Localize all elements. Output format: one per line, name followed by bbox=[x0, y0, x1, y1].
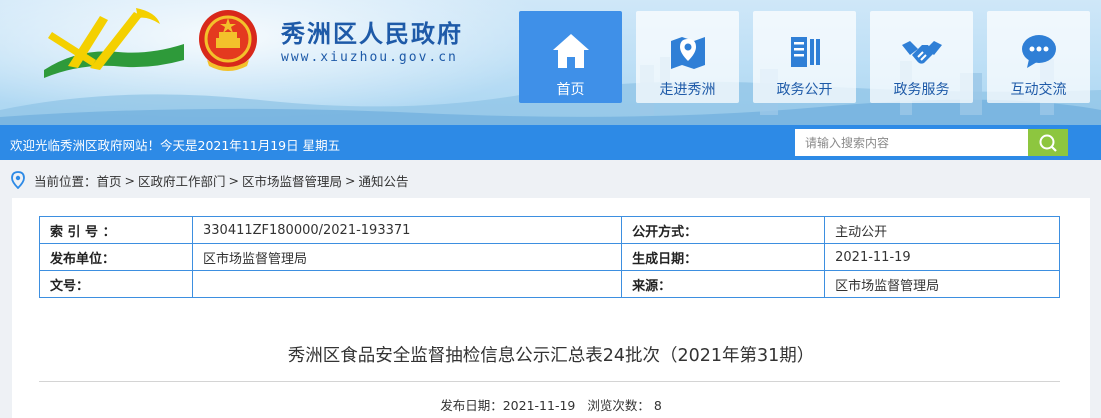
view-count-label: 浏览次数： bbox=[587, 398, 650, 413]
nav-item-label: 走进秀洲 bbox=[659, 82, 716, 98]
xiuzhou-logo-icon bbox=[44, 8, 184, 78]
publish-info: 发布日期：2021-11-19 浏览次数： 8 bbox=[12, 395, 1090, 414]
nav-item-gov-affairs[interactable]: 政务公开 bbox=[753, 11, 856, 103]
disclosure-method-label: 公开方式： bbox=[621, 216, 826, 244]
national-emblem-icon bbox=[199, 10, 257, 71]
doc-number-value bbox=[191, 270, 623, 298]
view-count-value: 8 bbox=[653, 398, 662, 413]
welcome-text: 欢迎光临秀洲区政府网站！今天是2021年11月19日 星期五 bbox=[10, 138, 341, 153]
breadcrumb-departments[interactable]: 区政府工作部门 bbox=[138, 171, 226, 190]
breadcrumb-separator: > bbox=[228, 172, 240, 188]
nav-item-about[interactable]: 走进秀洲 bbox=[636, 11, 739, 103]
breadcrumb-prefix: 当前位置： bbox=[34, 173, 97, 189]
search-button[interactable] bbox=[1028, 129, 1068, 156]
map-pin-icon bbox=[666, 29, 710, 73]
chat-icon bbox=[1017, 29, 1061, 73]
source-label: 来源： bbox=[621, 270, 826, 298]
breadcrumb-home[interactable]: 首页 bbox=[97, 171, 122, 190]
site-title: 秀洲区人民政府 bbox=[281, 20, 463, 48]
article-card: 索 引 号 ： 330411ZF180000/2021-193371 公开方式：… bbox=[12, 198, 1090, 418]
doc-number-label: 文号： bbox=[39, 270, 193, 298]
home-icon bbox=[549, 29, 593, 73]
publisher-label: 发布单位： bbox=[39, 243, 193, 271]
index-number-label: 索 引 号 ： bbox=[39, 216, 193, 244]
created-date-value: 2021-11-19 bbox=[824, 243, 1060, 271]
title-divider bbox=[39, 381, 1060, 382]
publish-date-value: 2021-11-19 bbox=[502, 398, 576, 413]
nav-item-interaction[interactable]: 互动交流 bbox=[987, 11, 1090, 103]
breadcrumb-separator: > bbox=[124, 172, 136, 188]
site-url: www.xiuzhou.gov.cn bbox=[281, 50, 458, 65]
nav-item-label: 首页 bbox=[556, 82, 585, 98]
table-row: 文号： 来源： 区市场监督管理局 bbox=[39, 270, 1060, 298]
nav-item-label: 政务公开 bbox=[776, 82, 833, 98]
nav-item-label: 互动交流 bbox=[1010, 82, 1067, 98]
search-input[interactable] bbox=[795, 129, 1028, 156]
disclosure-method-value: 主动公开 bbox=[824, 216, 1060, 244]
publisher-value: 区市场监督管理局 bbox=[191, 243, 623, 271]
breadcrumb: 当前位置： 首页 > 区政府工作部门 > 区市场监督管理局 > 通知公告 bbox=[10, 170, 409, 190]
metadata-table: 索 引 号 ： 330411ZF180000/2021-193371 公开方式：… bbox=[39, 216, 1060, 298]
source-value: 区市场监督管理局 bbox=[824, 270, 1060, 298]
breadcrumb-separator: > bbox=[345, 172, 356, 188]
welcome-bar: 欢迎光临秀洲区政府网站！今天是2021年11月19日 星期五 bbox=[0, 125, 1101, 160]
index-number-value: 330411ZF180000/2021-193371 bbox=[191, 216, 623, 244]
breadcrumb-market-bureau[interactable]: 区市场监督管理局 bbox=[242, 171, 342, 190]
nav-item-home[interactable]: 首页 bbox=[519, 11, 622, 103]
table-row: 索 引 号 ： 330411ZF180000/2021-193371 公开方式：… bbox=[39, 216, 1060, 244]
breadcrumb-notices[interactable]: 通知公告 bbox=[359, 171, 409, 190]
handshake-icon bbox=[900, 29, 944, 73]
nav-item-gov-services[interactable]: 政务服务 bbox=[870, 11, 973, 103]
article-title: 秀洲区食品安全监督抽检信息公示汇总表24批次（2021年第31期） bbox=[287, 346, 815, 366]
main-nav: 首页 走进秀洲 政务公开 政务服务 互动交流 bbox=[519, 11, 1090, 103]
header-banner: 秀洲区人民政府 www.xiuzhou.gov.cn 首页 走进秀洲 政务公开 … bbox=[0, 0, 1101, 125]
publish-date-label: 发布日期： bbox=[440, 398, 503, 413]
location-pin-icon bbox=[11, 171, 25, 189]
table-row: 发布单位： 区市场监督管理局 生成日期： 2021-11-19 bbox=[39, 243, 1060, 271]
document-icon bbox=[783, 29, 827, 73]
search-icon bbox=[1039, 134, 1057, 152]
nav-item-label: 政务服务 bbox=[893, 82, 950, 98]
created-date-label: 生成日期： bbox=[621, 243, 826, 271]
